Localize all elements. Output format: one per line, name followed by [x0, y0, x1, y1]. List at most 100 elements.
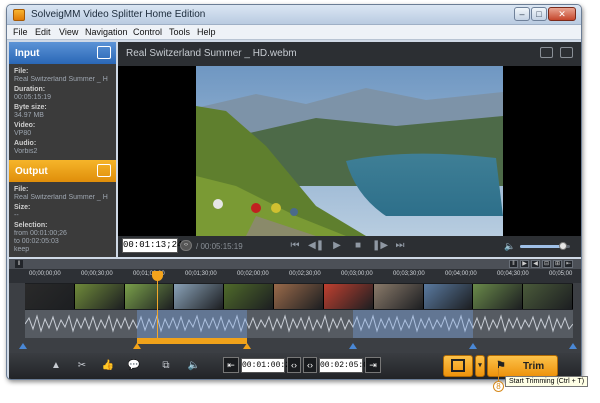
- next-frame-button[interactable]: ❚▶: [372, 240, 388, 251]
- app-logo-icon: [13, 9, 25, 21]
- ruler-tick: 00;04;00;00: [445, 271, 477, 277]
- minimize-button[interactable]: –: [514, 7, 530, 21]
- menu-tools[interactable]: Tools: [169, 27, 190, 37]
- output-size-label: Size:: [14, 204, 31, 211]
- trim-button-label: Trim: [523, 361, 545, 372]
- menu-edit[interactable]: Edit: [35, 27, 51, 37]
- output-size-value: --: [14, 212, 19, 219]
- marker-start[interactable]: [19, 343, 27, 349]
- keep-fragment-icon[interactable]: 👍: [101, 359, 115, 373]
- input-section-header[interactable]: Input: [9, 42, 116, 64]
- zoom-in-icon[interactable]: ⊞: [553, 260, 562, 268]
- ruler-tick: 00;05;00: [549, 271, 573, 277]
- input-video-value: VP80: [14, 130, 32, 137]
- go-to-end-button[interactable]: ⏭: [393, 240, 407, 251]
- go-to-start-button[interactable]: ⏮: [288, 240, 302, 251]
- marker-3[interactable]: [349, 343, 357, 349]
- menu-file[interactable]: File: [13, 27, 28, 37]
- start-stepper[interactable]: ‹›: [287, 357, 301, 373]
- fullscreen-icon[interactable]: [560, 47, 573, 58]
- play-button[interactable]: ▶: [330, 240, 344, 251]
- output-selection-to: to 00:02:05:03: [14, 238, 59, 245]
- zoom-out-icon[interactable]: ⊟: [542, 260, 551, 268]
- mode-dropdown-arrow[interactable]: ▾: [475, 355, 485, 377]
- remove-marker-icon[interactable]: ✂: [75, 359, 89, 373]
- video-thumbnail: [25, 284, 75, 309]
- time-stepper[interactable]: ‹›: [180, 240, 192, 251]
- output-info: File: Real Switzerland Summer _ H Size: …: [14, 186, 114, 254]
- scroll-left-button[interactable]: ‖: [15, 260, 23, 268]
- timeline-pause-icon[interactable]: ‖: [509, 260, 518, 268]
- end-stepper[interactable]: ‹›: [303, 357, 317, 373]
- menu-view[interactable]: View: [59, 27, 78, 37]
- menu-navigation[interactable]: Navigation: [85, 27, 128, 37]
- trim-selection-2[interactable]: [353, 310, 473, 338]
- ruler-tick: 00;00;30;00: [81, 271, 113, 277]
- selection-start-field[interactable]: 00:01:00:26: [241, 358, 295, 373]
- video-player: Real Switzerland Summer _ HD.webm 00:01:…: [118, 42, 581, 257]
- snap-icon[interactable]: ⧉: [159, 359, 173, 373]
- save-icon[interactable]: [97, 164, 111, 177]
- fit-timeline-icon[interactable]: ⇤: [564, 260, 573, 268]
- input-header-label: Input: [15, 48, 40, 59]
- selection-end-field[interactable]: 00:02:05:03: [319, 358, 373, 373]
- timeline-prev-icon[interactable]: ◀: [531, 260, 540, 268]
- file-info-panel: Input File: Real Switzerland Summer _ H …: [9, 42, 116, 257]
- volume-icon[interactable]: 🔈: [504, 241, 515, 252]
- video-thumbnail: [473, 284, 524, 309]
- trim-tooltip: Start Trimming (Ctrl + T): [505, 376, 589, 387]
- go-to-selection-start-button[interactable]: ⇤: [223, 357, 239, 373]
- current-time-field[interactable]: 00:01:13;24: [122, 238, 182, 253]
- add-marker-icon[interactable]: ▲: [49, 359, 63, 373]
- folder-open-icon[interactable]: [97, 46, 111, 59]
- video-thumbnail: [224, 284, 275, 309]
- waveform: [25, 314, 573, 333]
- trim-selection-1[interactable]: [137, 310, 247, 338]
- marker-selection-end[interactable]: [243, 343, 251, 349]
- menu-bar: File Edit View Navigation Control Tools …: [7, 25, 581, 40]
- ruler-tick: 00;03;30;00: [393, 271, 425, 277]
- selection-range-bar[interactable]: [137, 338, 247, 344]
- output-selection-keep: keep: [14, 246, 30, 253]
- audio-waveform-track[interactable]: [25, 310, 573, 338]
- input-file-label: File:: [14, 68, 29, 75]
- film-icon: [451, 359, 465, 372]
- volume-slider[interactable]: [520, 242, 570, 250]
- output-file-value: Real Switzerland Summer _ H: [14, 194, 108, 201]
- stop-button[interactable]: ■: [351, 240, 365, 251]
- input-file-value: Real Switzerland Summer _ H: [14, 76, 108, 83]
- film-mode-button[interactable]: [443, 355, 473, 377]
- playhead-line: [157, 272, 158, 338]
- output-section-header[interactable]: Output: [9, 160, 116, 182]
- snapshot-icon[interactable]: [540, 47, 553, 58]
- input-bytesize-value: 34.97 MB: [14, 112, 44, 119]
- video-frame: [196, 66, 503, 236]
- video-thumbnail: [174, 284, 225, 309]
- marker-4[interactable]: [469, 343, 477, 349]
- input-bytesize-label: Byte size:: [14, 104, 47, 111]
- video-area[interactable]: [118, 66, 581, 236]
- marker-selection-start[interactable]: [133, 343, 141, 349]
- callout-number: 8: [493, 381, 504, 392]
- comment-icon[interactable]: 💬: [127, 359, 141, 373]
- timeline-next-icon[interactable]: ▶: [520, 260, 529, 268]
- menu-help[interactable]: Help: [197, 27, 216, 37]
- menu-control[interactable]: Control: [133, 27, 162, 37]
- video-thumbnail-track[interactable]: [25, 283, 573, 310]
- close-button[interactable]: ✕: [548, 7, 576, 21]
- video-thumbnail: [523, 284, 573, 309]
- input-info: File: Real Switzerland Summer _ H Durati…: [14, 68, 114, 156]
- timeline-scrollbar[interactable]: ‖ ‖ ▶ ◀ ⊟ ⊞ ⇤: [9, 259, 581, 269]
- maximize-button[interactable]: □: [531, 7, 547, 21]
- go-to-selection-end-button[interactable]: ⇥: [365, 357, 381, 373]
- ruler-tick: 00;04;30;00: [497, 271, 529, 277]
- total-duration: / 00:05:15:19: [196, 242, 243, 251]
- marker-end[interactable]: [569, 343, 577, 349]
- time-ruler[interactable]: 00;00;00;00 00;00;30;00 00;01;00;00 00;0…: [9, 269, 581, 283]
- landscape-image: [196, 66, 503, 236]
- volume-knob[interactable]: [559, 242, 567, 250]
- video-filename: Real Switzerland Summer _ HD.webm: [126, 48, 297, 59]
- video-thumbnail: [124, 284, 175, 309]
- previous-frame-button[interactable]: ◀❚: [308, 240, 324, 251]
- mute-audio-icon[interactable]: 🔈: [187, 359, 201, 373]
